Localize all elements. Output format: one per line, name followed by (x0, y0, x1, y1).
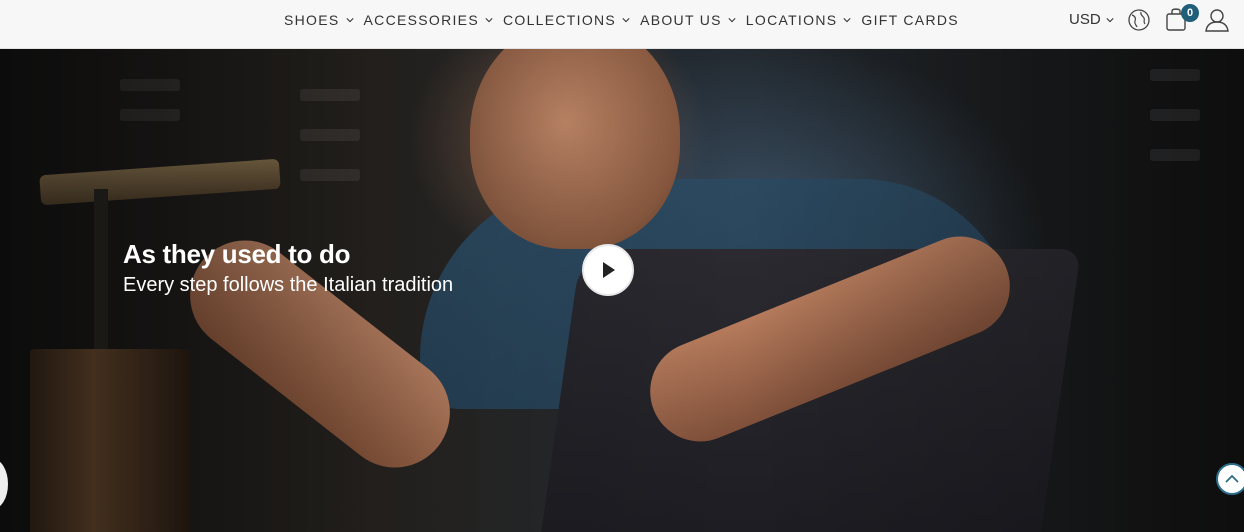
play-icon (603, 262, 615, 278)
chevron-down-icon (1106, 17, 1114, 22)
currency-selector[interactable]: USD (1069, 11, 1114, 28)
chevron-down-icon (728, 18, 736, 23)
hero-banner: As they used to do Every step follows th… (0, 49, 1244, 532)
user-icon[interactable] (1204, 8, 1230, 32)
chevron-down-icon (843, 18, 851, 23)
chevron-down-icon (485, 18, 493, 23)
chevron-up-icon (1225, 474, 1239, 483)
scroll-to-top-button[interactable] (1216, 463, 1244, 495)
nav-item-gift-cards[interactable]: GIFT CARDS (861, 12, 959, 28)
globe-icon[interactable] (1127, 8, 1151, 32)
cart-count-badge: 0 (1181, 4, 1199, 22)
nav-item-shoes[interactable]: SHOES (284, 12, 354, 28)
chevron-down-icon (622, 18, 630, 23)
nav-item-locations[interactable]: LOCATIONS (746, 12, 852, 28)
main-nav: SHOES ACCESSORIES COLLECTIONS ABOUT US L… (280, 0, 959, 40)
currency-label: USD (1069, 11, 1101, 28)
chevron-down-icon (345, 18, 354, 23)
nav-item-about-us[interactable]: ABOUT US (640, 12, 736, 28)
nav-label: GIFT CARDS (861, 12, 959, 28)
nav-label: LOCATIONS (745, 12, 838, 28)
hero-subtitle: Every step follows the Italian tradition (123, 274, 454, 296)
nav-item-accessories[interactable]: ACCESSORIES (364, 12, 493, 28)
site-header: SHOES ACCESSORIES COLLECTIONS ABOUT US L… (0, 0, 1244, 49)
nav-label: ACCESSORIES (363, 12, 479, 28)
nav-label: COLLECTIONS (502, 12, 617, 28)
nav-item-collections[interactable]: COLLECTIONS (503, 12, 630, 28)
nav-label: ABOUT US (640, 12, 722, 28)
nav-label: SHOES (284, 12, 340, 28)
hero-title: As they used to do (123, 239, 351, 269)
play-video-button[interactable] (582, 244, 634, 296)
